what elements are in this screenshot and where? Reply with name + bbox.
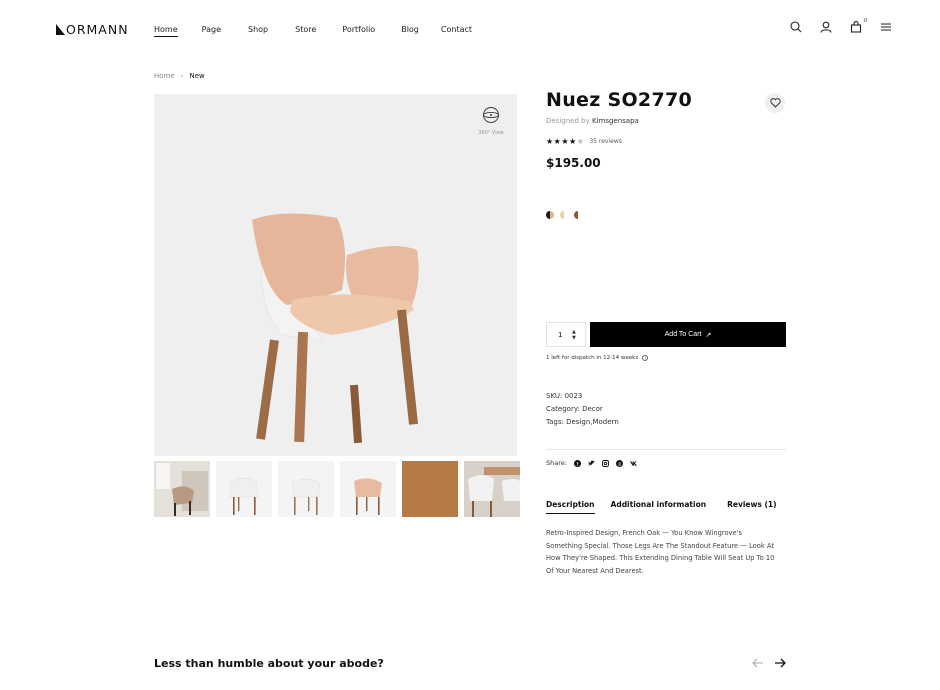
thumbnail-strip [154,461,520,517]
vk-icon[interactable] [629,460,637,467]
nav-blog[interactable]: Blog [401,25,419,37]
nav-shop[interactable]: Shop [248,25,268,37]
tab-description[interactable]: Description [546,500,595,514]
view-360-button[interactable]: 360° View [475,106,507,136]
breadcrumb-home[interactable]: Home [154,72,175,80]
chair-product-image [252,213,419,444]
quantity-stepper[interactable]: 1 ▲ ▼ [546,322,586,347]
product-description: Retro-Inspired Design, French Oak — You … [546,529,775,576]
nav-page[interactable]: Page [202,25,221,37]
svg-text:f: f [577,461,579,466]
category-row: Category: Decor [546,405,603,413]
carousel-nav [752,657,796,669]
search-icon[interactable] [790,21,802,33]
reviews-count[interactable]: 35 reviews [589,138,622,145]
sku-row: SKU: 0023 [546,392,583,400]
add-to-cart-button[interactable]: Add To Cart ↗ [590,322,786,347]
product-tabs: Description Additional information Revie… [546,500,777,514]
arrow-right-icon[interactable] [774,657,786,669]
swatch-walnut[interactable] [574,211,582,219]
thumbnail-white-front[interactable] [216,461,272,517]
cart-count-badge: 0 [863,18,867,24]
main-nav: Home Page Shop Store Portfolio Blog Cont… [154,25,472,37]
quantity-down-icon[interactable]: ▼ [572,335,576,341]
wishlist-button[interactable] [765,93,785,113]
divider [546,449,786,450]
rotate-360-icon [483,107,499,123]
add-to-cart-label: Add To Cart [664,331,702,338]
share-label: Share: [546,459,567,467]
thumbnail-fabric[interactable] [402,461,458,517]
view-360-label: 360° View [478,130,504,136]
color-swatches [546,211,588,219]
heart-icon [769,98,781,108]
thumbnail-dining[interactable] [464,461,520,517]
dispatch-text: 1 left for dispatch in 12-14 weeks [546,355,639,361]
share-row: Share: f p [546,459,637,467]
info-icon[interactable]: i [642,355,649,361]
hamburger-menu-icon[interactable] [880,21,892,33]
dispatch-info: 1 left for dispatch in 12-14 weeks i [546,355,649,361]
nav-home[interactable]: Home [154,25,178,37]
designed-by-label: Designed by [546,117,590,125]
designer-line: Designed by Kimsgensapa [546,117,639,125]
breadcrumb-separator: › [180,72,184,80]
instagram-icon[interactable] [602,459,609,467]
twitter-icon[interactable] [587,460,595,467]
tags-value[interactable]: Design,Modern [566,418,619,426]
rating-stars: ★★★★★ [546,137,585,146]
breadcrumb: Home › New [154,72,205,80]
product-price: $195.00 [546,156,601,170]
arrow-up-right-icon: ↗ [705,331,712,339]
header-icons: 0 [790,18,910,33]
thumbnail-room[interactable] [154,461,210,517]
pinterest-icon[interactable]: p [615,459,623,467]
facebook-icon[interactable]: f [573,459,581,467]
thumbnail-white-side[interactable] [278,461,334,517]
tab-reviews[interactable]: Reviews (1) [727,500,777,514]
nav-portfolio[interactable]: Portfolio [342,25,375,37]
svg-text:p: p [618,461,621,466]
site-logo[interactable]: ORMANN [56,22,129,37]
nav-store[interactable]: Store [295,25,316,37]
swatch-black-tan[interactable] [546,211,554,219]
product-main-image[interactable]: 360° View [154,94,517,456]
arrow-left-icon[interactable] [752,657,764,669]
logo-text: ORMANN [66,22,129,37]
section-title: Less than humble about your abode? [154,657,384,670]
user-icon[interactable] [820,21,832,33]
breadcrumb-current: New [189,72,205,80]
rating-row: ★★★★★ 35 reviews [546,137,622,146]
sku-value: 0023 [564,392,583,400]
product-title: Nuez SO2770 [546,89,693,111]
logo-mark [56,24,65,35]
cart-bag-icon[interactable]: 0 [850,18,867,33]
swatch-cream[interactable] [560,211,568,219]
nav-contact[interactable]: Contact [441,25,472,37]
designer-name[interactable]: Kimsgensapa [592,117,639,125]
quantity-value[interactable]: 1 [558,331,572,339]
product-meta: SKU: 0023 Category: Decor Tags: Design,M… [546,390,619,429]
tab-additional-information[interactable]: Additional information [611,500,707,514]
thumbnail-beige[interactable] [340,461,396,517]
tags-row: Tags: Design,Modern [546,418,619,426]
category-value[interactable]: Decor [582,405,603,413]
